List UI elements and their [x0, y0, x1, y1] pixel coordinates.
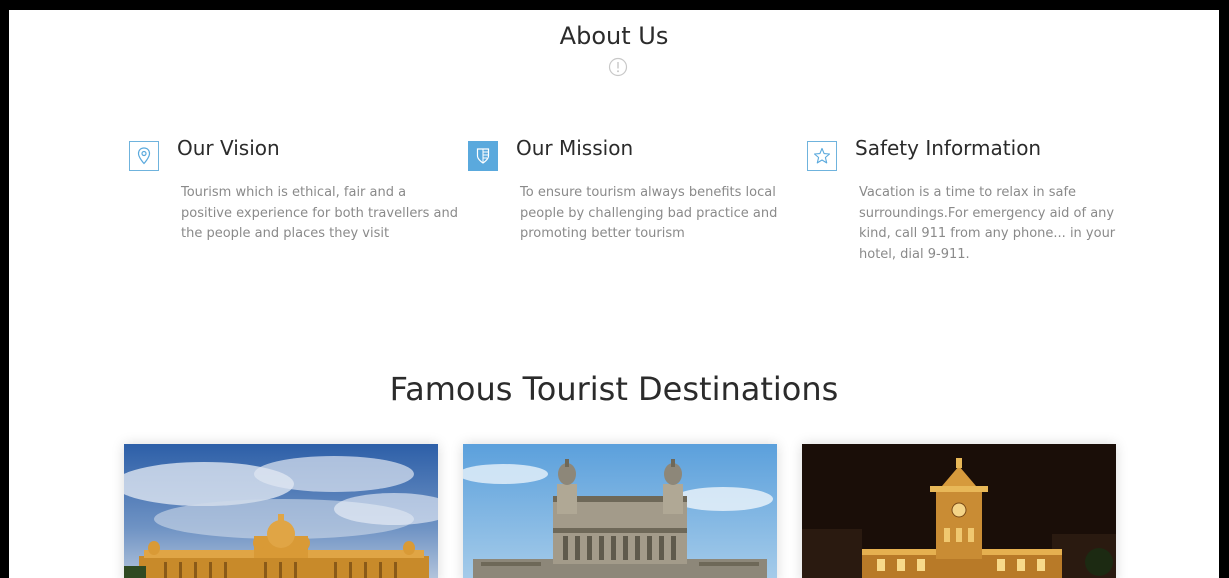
- feature-title: Our Mission: [516, 136, 634, 160]
- feature-text: Vacation is a time to relax in safe surr…: [859, 185, 1116, 262]
- shield-icon: [468, 141, 498, 171]
- feature-title: Safety Information: [855, 136, 1042, 160]
- destination-image-gateway: [463, 444, 777, 578]
- page-frame: About Us Our Vision Tourism which is eth…: [9, 10, 1219, 578]
- map-pin-icon: [129, 141, 159, 171]
- info-icon: [608, 57, 628, 77]
- about-title: About Us: [559, 22, 669, 50]
- destination-card-1[interactable]: [124, 444, 438, 578]
- star-icon: [807, 141, 837, 171]
- destination-image-clock-tower: [802, 444, 1116, 578]
- destination-image-palace: [124, 444, 438, 578]
- feature-title: Our Vision: [177, 136, 280, 160]
- destinations-title: Famous Tourist Destinations: [389, 370, 839, 408]
- destination-card-2[interactable]: [463, 444, 777, 578]
- feature-text: Tourism which is ethical, fair and a pos…: [181, 185, 459, 241]
- destination-card-3[interactable]: [802, 444, 1116, 578]
- feature-text: To ensure tourism always benefits local …: [520, 185, 778, 241]
